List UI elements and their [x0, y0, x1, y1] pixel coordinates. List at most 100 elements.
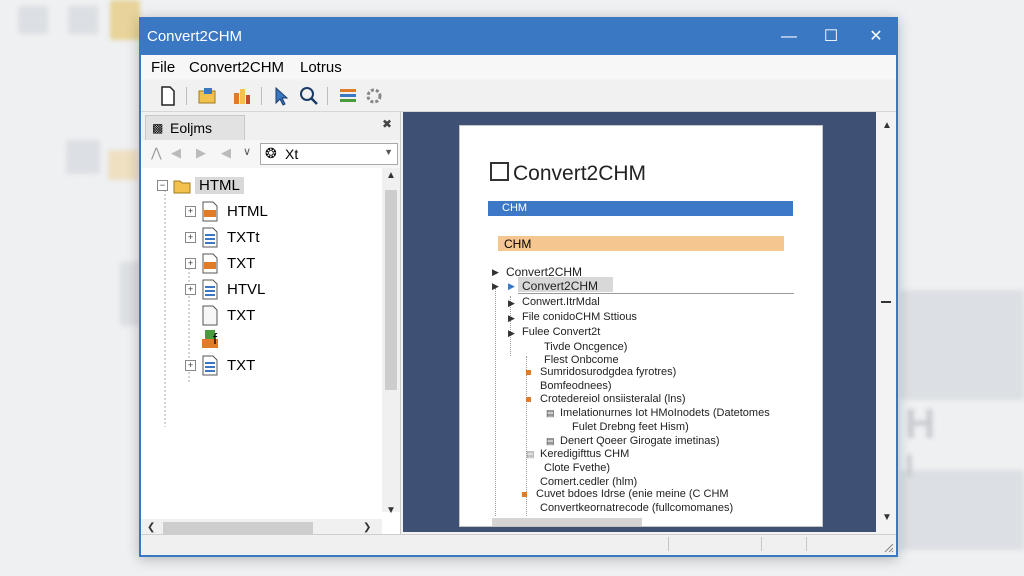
tree-expand-icon[interactable]: +	[185, 284, 196, 295]
blank-file-icon	[202, 305, 218, 326]
tree-node-label: HTVL	[227, 281, 266, 298]
tab-projects[interactable]: ▩ Eoljms	[145, 115, 245, 140]
tree-expand-icon[interactable]: +	[185, 206, 196, 217]
outline-guide	[495, 288, 496, 516]
nav-prev-icon[interactable]: ◀	[221, 145, 231, 161]
preview-vertical-scrollbar[interactable]: ▲ ▼	[876, 112, 896, 532]
list-icon[interactable]	[337, 85, 359, 107]
outline-item-selected[interactable]: Convert2CHM	[522, 279, 598, 293]
filter-combo[interactable]: ❂ Xt ▼	[260, 143, 398, 165]
scroll-thumb[interactable]	[163, 522, 313, 534]
project-pane: ▩ Eoljms ✖ ⋀ ◀ ▶ ◀ ∨ ❂ Xt ▼ − HTML + HTM…	[141, 112, 401, 537]
nav-dropdown-icon[interactable]: ∨	[243, 145, 251, 158]
tree-expand-icon[interactable]: +	[185, 360, 196, 371]
tree-node[interactable]: TXT	[185, 305, 375, 327]
expand-arrow-icon[interactable]: ▶	[492, 281, 499, 292]
preview-pane: Convert2CHM CHM CHM ▶ Convert2CHM ▶ ▶ Co…	[403, 112, 876, 532]
tree-vertical-scrollbar[interactable]: ▲ ▼	[382, 168, 400, 516]
outline-item[interactable]: Tivde Oncgence)	[544, 341, 627, 353]
filter-combo-value: Xt	[285, 146, 299, 162]
tree-collapse-icon[interactable]: −	[157, 180, 168, 191]
outline-item[interactable]: Conwert.ItrMdal	[522, 296, 600, 308]
title-bar[interactable]: Convert2CHM — ☐ ✕	[141, 19, 896, 55]
page-horizontal-scrollbar[interactable]	[492, 518, 642, 526]
menu-lotrus[interactable]: Lotrus	[300, 59, 342, 76]
page-icon: ▤	[546, 408, 555, 418]
toolbar	[141, 81, 896, 112]
chevron-down-icon: ▼	[384, 147, 393, 157]
status-cell	[668, 537, 669, 551]
expand-arrow-icon[interactable]: ▶	[492, 267, 499, 278]
scroll-thumb[interactable]	[385, 190, 397, 390]
tree-node[interactable]: f	[185, 329, 375, 351]
tree-node-label: HTML	[227, 203, 268, 220]
expand-arrow-icon[interactable]: ▶	[508, 328, 515, 339]
tree-node-label: HTML	[195, 177, 244, 194]
outline-item[interactable]: Convertkeornatrecode (fullcomomanes)	[540, 502, 733, 514]
search-icon[interactable]	[298, 85, 320, 107]
pane-tab-label: Eoljms	[170, 120, 213, 136]
outline-item[interactable]: Denert Qoeer Girogate imetinas)	[560, 435, 720, 447]
open-folder-icon[interactable]	[196, 85, 218, 107]
file-tree: − HTML + HTML + TXTt + TXT + HTVL TXT f …	[141, 168, 381, 508]
outline-item[interactable]: Comert.cedler (hlm)	[540, 476, 637, 488]
divider	[518, 293, 794, 294]
expand-arrow-icon[interactable]: ▶	[508, 281, 515, 292]
outline-item[interactable]: Sumridosurodgdea fyrotres)	[540, 366, 676, 378]
menu-file[interactable]: File	[151, 59, 175, 76]
minimize-button[interactable]: —	[774, 25, 804, 49]
text-file-icon	[202, 355, 218, 376]
scroll-down-icon[interactable]: ▼	[882, 512, 892, 523]
outline-item[interactable]: Flest Onbcome	[544, 354, 619, 366]
expand-arrow-icon[interactable]: ▶	[508, 298, 515, 309]
outline-item[interactable]: Clote Fvethe)	[544, 462, 610, 474]
blue-header-bar: CHM	[488, 201, 793, 216]
status-cell	[761, 537, 762, 551]
maximize-button[interactable]: ☐	[816, 25, 846, 49]
pane-close-icon[interactable]: ✖	[382, 117, 392, 131]
pane-tab-icon: ▩	[152, 121, 164, 135]
tree-expand-icon[interactable]: +	[185, 258, 196, 269]
cursor-icon[interactable]	[271, 85, 293, 107]
page-icon: ▤	[526, 449, 535, 459]
resize-grip-icon[interactable]	[884, 543, 894, 553]
outline-item[interactable]: Fulet Drebng feet Hism)	[572, 421, 689, 433]
tree-node-root[interactable]: − HTML	[157, 175, 377, 197]
menu-convert2chm[interactable]: Convert2CHM	[189, 59, 284, 76]
settings-gear-icon[interactable]	[363, 85, 385, 107]
tree-node[interactable]: + TXT	[185, 253, 375, 275]
orange-header-bar: CHM	[498, 236, 784, 251]
scroll-right-icon[interactable]: ❯	[363, 522, 371, 533]
nav-back-icon[interactable]: ◀	[171, 145, 181, 161]
tree-expand-icon[interactable]: +	[185, 232, 196, 243]
outline-item[interactable]: Keredigifttus CHM	[540, 448, 629, 460]
document-title-text: Convert2CHM	[513, 162, 647, 185]
outline-item[interactable]: Cuvet bdoes Idrse (enie meine (C CHM	[536, 488, 729, 500]
close-button[interactable]: ✕	[861, 25, 891, 49]
build-icon[interactable]	[231, 85, 253, 107]
html-file-icon	[202, 201, 218, 222]
tree-node[interactable]: + TXTt	[185, 227, 375, 249]
outline-item[interactable]: Bomfeodnees)	[540, 380, 612, 392]
scroll-up-icon[interactable]: ▲	[882, 120, 892, 131]
tree-node-label: TXT	[227, 307, 256, 324]
tree-node[interactable]: + HTVL	[185, 279, 375, 301]
scroll-left-icon[interactable]: ❮	[147, 522, 155, 533]
outline-item[interactable]: File conidoCHM Sttious	[522, 311, 637, 323]
menu-bar: File Convert2CHM Lotrus	[141, 55, 896, 79]
outline-item[interactable]: Imelationurnes Iot HMoInodets (Datetomes	[560, 407, 770, 419]
document-page: Convert2CHM CHM CHM ▶ Convert2CHM ▶ ▶ Co…	[459, 125, 823, 527]
scroll-up-icon[interactable]: ▲	[386, 170, 396, 181]
scroll-thumb[interactable]	[881, 301, 891, 303]
nav-up-icon[interactable]: ⋀	[151, 145, 162, 161]
expand-arrow-icon[interactable]: ▶	[508, 313, 515, 324]
page-icon: ▤	[546, 436, 555, 446]
new-file-icon[interactable]	[157, 85, 179, 107]
nav-forward-icon[interactable]: ▶	[196, 145, 206, 161]
tree-node[interactable]: + TXT	[185, 355, 375, 377]
tree-node[interactable]: + HTML	[185, 201, 375, 223]
scroll-down-icon[interactable]: ▼	[386, 505, 396, 516]
outline-item[interactable]: Crotedereiol onsiisteralal (lns)	[540, 393, 686, 405]
pane-header: ▩ Eoljms ✖	[141, 112, 400, 141]
outline-item[interactable]: Fulee Convert2t	[522, 326, 600, 338]
